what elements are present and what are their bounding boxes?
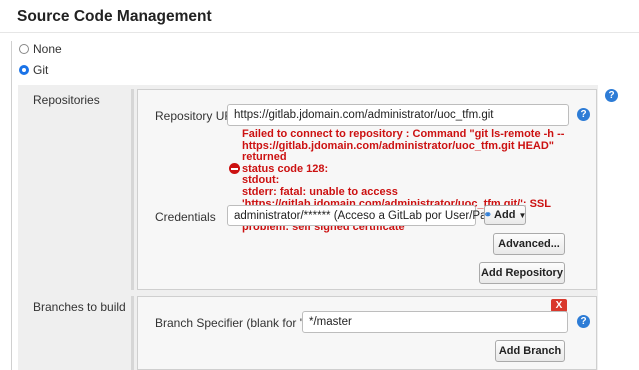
scm-option-git[interactable]: Git <box>19 63 48 77</box>
branch-specifier-value: */master <box>309 316 352 328</box>
add-repository-button[interactable]: Add Repository <box>479 262 565 284</box>
error-icon <box>229 163 240 174</box>
section-left-border <box>11 41 12 370</box>
credentials-label: Credentials <box>155 210 216 224</box>
repository-url-value: https://gitlab.jdomain.com/administrator… <box>234 109 494 121</box>
repositories-help-icon[interactable]: ? <box>605 89 618 102</box>
key-icon: ⚭ <box>483 209 493 221</box>
error-line: stderr: fatal: unable to access <box>242 185 398 198</box>
repository-url-help-icon[interactable]: ? <box>577 108 590 121</box>
add-branch-button[interactable]: Add Branch <box>495 340 565 362</box>
credentials-select[interactable]: administrator/****** (Acceso a GitLab po… <box>227 205 511 226</box>
scm-option-none-label: None <box>33 42 62 56</box>
add-credentials-button[interactable]: ⚭ Add ▼ <box>484 205 526 225</box>
credentials-value: administrator/****** (Acceso a GitLab po… <box>234 209 502 222</box>
error-line: status code 128: <box>242 162 329 175</box>
section-title: Source Code Management <box>17 8 212 25</box>
scm-option-none[interactable]: None <box>19 42 62 56</box>
error-line: https://gitlab.jdomain.com/administrator… <box>242 139 555 164</box>
repositories-label: Repositories <box>33 93 100 107</box>
repositories-inset-bar <box>131 89 134 290</box>
radio-none[interactable] <box>19 44 29 54</box>
advanced-button[interactable]: Advanced... <box>493 233 565 255</box>
branches-inset-bar <box>131 296 134 370</box>
branch-specifier-input[interactable]: */master <box>302 311 568 333</box>
section-divider <box>0 32 639 33</box>
caret-down-icon: ▼ <box>518 210 527 220</box>
scm-option-git-label: Git <box>33 63 49 77</box>
add-credentials-label: Add <box>494 209 516 221</box>
branch-specifier-help-icon[interactable]: ? <box>577 315 590 328</box>
branches-label: Branches to build <box>33 300 126 314</box>
repository-url-input[interactable]: https://gitlab.jdomain.com/administrator… <box>227 104 569 126</box>
error-line: Failed to connect to repository : Comman… <box>242 128 565 140</box>
radio-git[interactable] <box>19 65 29 75</box>
